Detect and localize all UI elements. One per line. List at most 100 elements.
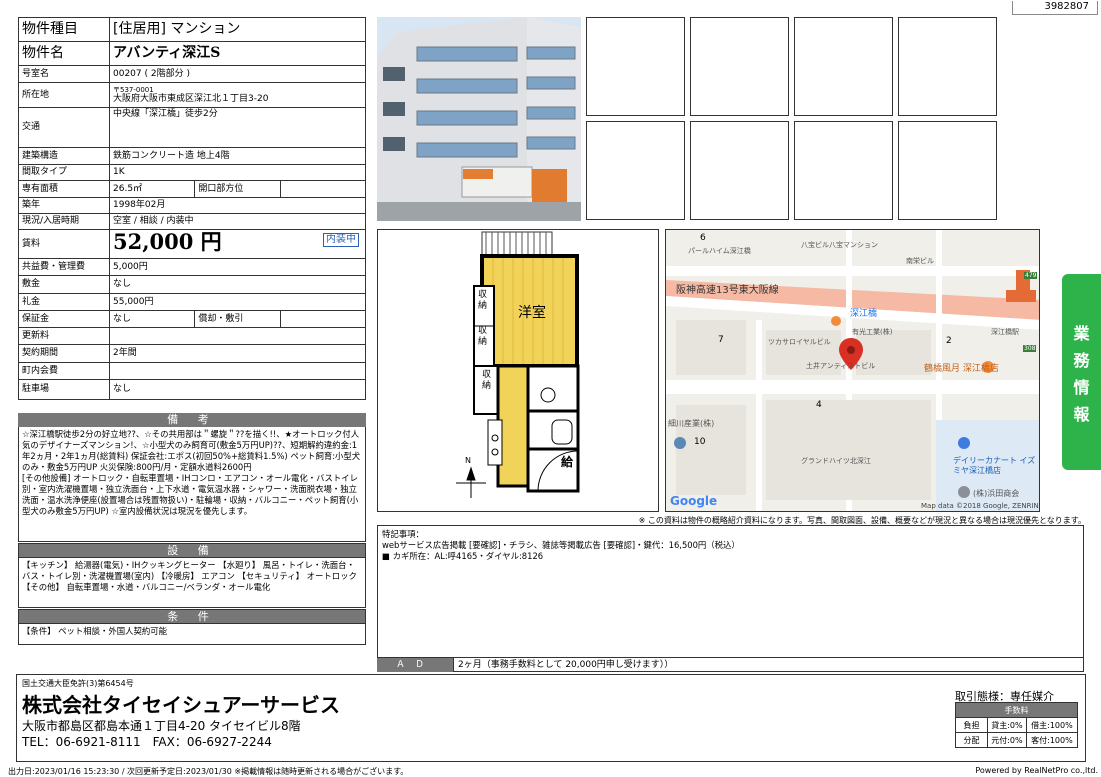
room-value: 00207 ( 2階部分 ) [109, 65, 366, 83]
address-cell: 〒537-0001 大阪府大阪市東成区深江北１丁目3-20 [109, 82, 366, 108]
fee-row1-a: 貸主:0% [987, 717, 1027, 733]
key-money-label: 礼金 [18, 293, 110, 311]
traffic-label: 交通 [18, 107, 110, 148]
thumbnail-1[interactable] [586, 17, 685, 116]
powered-by: Powered by RealNetPro co.,ltd. [975, 766, 1098, 775]
company-name: 株式会社タイセイシュアーサービス [22, 693, 340, 717]
rent-cell: 52,000 円 内装中 [109, 229, 366, 259]
map-label-6: 深江橋駅 [991, 328, 1019, 336]
common-label: 共益費・管理費 [18, 258, 110, 276]
property-info-table: 物件種目 [住居用] マンション 物件名 アバンティ深江S 号室名 00207 ( 2… [18, 17, 367, 400]
company-contact: TEL：06-6921-8111 FAX：06-6927-2244 [22, 735, 272, 749]
layout-value: 1K [109, 164, 366, 181]
thumbnail-4[interactable] [898, 17, 997, 116]
license-number: 国土交通大臣免許(3)第6454号 [22, 679, 134, 688]
interior-badge: 内装中 [323, 233, 359, 247]
special-notes: 特記事項： webサービス広告掲載 [要確認]・チラシ、雑誌等掲載広告 [要確認… [377, 525, 1084, 672]
contract-value: 2年間 [109, 344, 366, 363]
deposit-value: なし [109, 275, 366, 294]
amort-value [279, 310, 367, 328]
address-value: 大阪府大阪市東成区深江北１丁目3-20 [113, 93, 269, 104]
notes-title: 特記事項： [382, 529, 424, 539]
name-value: アバンティ深江S [109, 41, 366, 66]
guarantee-value: なし [108, 310, 196, 328]
parking-value: なし [109, 379, 366, 400]
built-label: 築年 [18, 197, 110, 214]
map-label-12: デイリーカナート イズミヤ深江橋店 [953, 456, 1036, 475]
ad-label: ＡＤ [377, 658, 454, 672]
water-heater-label: 給 [561, 455, 574, 469]
company-address: 大阪市都島区都島本通１丁目4-20 タイセイビル8階 [22, 719, 301, 733]
structure-value: 鉄筋コンクリート造 地上4階 [109, 147, 366, 165]
fee-row2-b: 客付:100% [1025, 732, 1079, 748]
remarks-text: ☆深江橋駅徒歩2分の好立地??、☆その共用部は＂螺旋＂??を描く!!、★オートロ… [18, 427, 366, 542]
map-label-11: グランドハイツ北深江 [801, 457, 871, 465]
route-479-badge: 479 [1024, 272, 1038, 279]
traffic-value: 中央線「深江橋」徒歩2分 [109, 107, 366, 148]
layout-label: 間取タイプ [18, 164, 110, 181]
ad-value: 2ヶ月（事務手数料として 20,000円申し受けます）） [458, 660, 674, 670]
common-value: 5,000円 [109, 258, 366, 276]
town-fee-label: 町内会費 [18, 362, 110, 380]
map-label-4: 深江橋 [850, 309, 878, 319]
status-label: 現況/入居時期 [18, 213, 110, 230]
map-label-9: 鶴橋風月 深江橋店 [924, 364, 999, 374]
map-number-2: 2 [946, 336, 952, 346]
floor-plan-drawing [456, 231, 580, 498]
parking-label: 駐車場 [18, 379, 110, 400]
north-arrow-label: N [465, 456, 471, 465]
floor-plan[interactable]: 洋室 収納 収納 収納 給 N [377, 229, 659, 512]
type-value: [住居用] マンション [109, 17, 366, 42]
renewal-label: 更新料 [18, 327, 110, 345]
map-number-7: 7 [718, 335, 724, 345]
remarks-header: 備 考 [18, 413, 366, 427]
built-value: 1998年02月 [109, 197, 366, 214]
address-label: 所在地 [18, 82, 110, 108]
map-number-4: 4 [816, 400, 822, 410]
room-label: 号室名 [18, 65, 110, 83]
storage-label-1: 収納 [478, 290, 488, 311]
amort-label: 償却・敷引 [194, 310, 281, 328]
map-label-2: 南栄ビル [906, 257, 934, 265]
storage-label-2: 収納 [478, 326, 488, 347]
document-id: 3982807 [1012, 1, 1098, 15]
map-label-10: 細川産業(株) [668, 419, 715, 428]
fee-row2-label: 分配 [955, 732, 988, 748]
rent-value: 52,000 円 [113, 229, 222, 254]
opening-label: 開口部方位 [194, 180, 281, 198]
thumbnail-2[interactable] [690, 17, 789, 116]
opening-value [279, 180, 367, 198]
map-label-7: ツカサロイヤルビル [768, 338, 831, 346]
building-photo[interactable] [377, 17, 581, 221]
thumbnail-5[interactable] [586, 121, 685, 220]
business-info-tab[interactable]: 業務情報 [1062, 274, 1101, 470]
thumbnail-7[interactable] [794, 121, 893, 220]
thumbnail-6[interactable] [690, 121, 789, 220]
map-label-1: 八宝ビル八宝マンション [801, 241, 878, 249]
fee-row1-label: 負担 [955, 717, 988, 733]
status-value: 空室 / 相談 / 内装中 [109, 213, 366, 230]
conditions-text: 【条件】 ペット相談・外国人契約可能 [18, 624, 366, 645]
company-footer: 国土交通大臣免許(3)第6454号 株式会社タイセイシュアーサービス 大阪市都島… [16, 674, 1086, 762]
key-money-value: 55,000円 [109, 293, 366, 311]
map-number-6: 6 [700, 233, 706, 243]
town-fee-value [109, 362, 366, 380]
map-attribution: Map data ©2018 Google, ZENRIN [921, 502, 1039, 510]
area-value: 26.5㎡ [108, 180, 196, 198]
map-label-8: 土井アンティストビル [806, 362, 876, 370]
thumbnail-8[interactable] [898, 121, 997, 220]
zip-code: 〒537-0001 [113, 85, 154, 94]
location-map[interactable]: パールハイム深江橋 八宝ビル八宝マンション 南栄ビル 阪神高速13号東大阪線 深… [665, 229, 1040, 512]
rent-label: 賃料 [18, 229, 110, 259]
building-illustration [377, 17, 581, 221]
fee-header: 手数料 [955, 702, 1078, 718]
contract-label: 契約期間 [18, 344, 110, 363]
western-room-label: 洋室 [518, 305, 546, 321]
type-label: 物件種目 [18, 17, 110, 42]
equipment-text: 【キッチン】 給湯器(電気)・IHクッキングヒーター 【水廻り】 風呂・トイレ・… [18, 558, 366, 608]
storage-label-3: 収納 [482, 370, 492, 391]
fee-row2-a: 元付:0% [987, 732, 1027, 748]
map-label-0: パールハイム深江橋 [688, 247, 751, 255]
structure-label: 建築構造 [18, 147, 110, 165]
thumbnail-3[interactable] [794, 17, 893, 116]
